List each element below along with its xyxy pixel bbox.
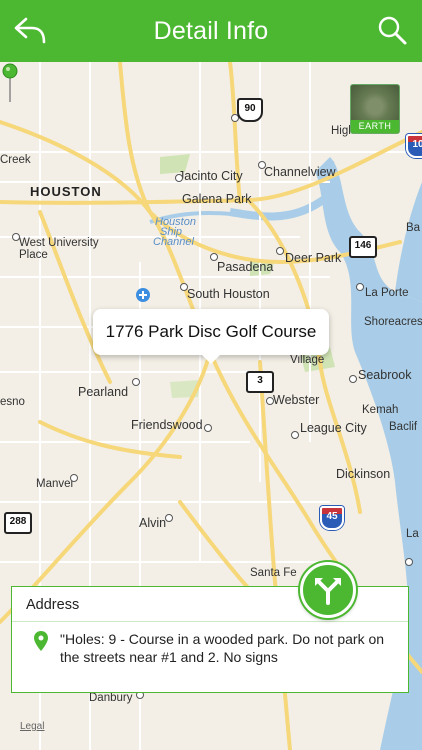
directions-button[interactable]	[300, 562, 356, 618]
place-friendswood: Friendswood	[131, 418, 203, 432]
town-dot	[258, 161, 266, 169]
town-dot	[12, 233, 20, 241]
place-danbury: Danbury	[89, 692, 133, 704]
location-pin-icon	[34, 631, 48, 651]
search-icon[interactable]	[376, 15, 408, 47]
water-channel-label: Channel	[153, 236, 194, 248]
highway-shield-i10: 10	[406, 134, 422, 158]
highway-shield-288: 288	[4, 512, 32, 534]
town-dot	[291, 431, 299, 439]
place-west-university-place: Place	[19, 249, 48, 261]
place-west-university: West University	[19, 237, 99, 249]
place-channelview: Channelview	[264, 165, 336, 179]
directions-icon	[315, 578, 341, 605]
page-title: Detail Info	[153, 16, 269, 45]
highway-shield-146: 146	[349, 236, 377, 258]
place-deer-park: Deer Park	[285, 251, 342, 265]
airport-icon	[136, 288, 150, 302]
town-dot	[132, 378, 140, 386]
place-league-city: League City	[300, 421, 367, 435]
place-south-houston: South Houston	[187, 287, 270, 301]
place-dickinson: Dickinson	[336, 467, 391, 481]
place-esno: esno	[0, 396, 25, 408]
town-dot	[356, 283, 364, 291]
highway-shield-i45: 45	[320, 506, 344, 530]
address-heading: Address	[26, 597, 80, 613]
town-dot	[70, 474, 78, 482]
place-santa-fe: Santa Fe	[250, 567, 297, 579]
place-village: Village	[290, 354, 325, 366]
town-dot	[175, 174, 183, 182]
place-galena-park: Galena Park	[182, 192, 252, 206]
highway-shield-us90: 90	[237, 98, 263, 122]
town-dot	[276, 247, 284, 255]
town-dot	[165, 514, 173, 522]
place-kemah: Kemah	[362, 404, 399, 416]
earth-button-label: EARTH	[351, 120, 399, 133]
place-la: La	[406, 528, 419, 540]
legal-link[interactable]: Legal	[20, 721, 44, 732]
place-shoreacres: Shoreacres	[364, 316, 422, 328]
town-dot	[210, 253, 218, 261]
town-dot	[266, 397, 274, 405]
app-header: Detail Info	[0, 0, 422, 62]
earth-view-button[interactable]: EARTH	[350, 84, 400, 134]
location-callout[interactable]: 1776 Park Disc Golf Course	[93, 309, 329, 364]
place-pasadena: Pasadena	[217, 260, 274, 274]
map-pin-icon[interactable]	[0, 62, 20, 104]
address-description: "Holes: 9 - Course in a wooded park. Do …	[60, 631, 385, 665]
place-jacinto-city: Jacinto City	[178, 169, 243, 183]
town-dot	[180, 283, 188, 291]
panel-divider	[12, 621, 408, 622]
town-dot	[349, 375, 357, 383]
place-seabrook: Seabrook	[358, 368, 412, 382]
place-alvin: Alvin	[139, 516, 167, 530]
place-houston: HOUSTON	[30, 184, 102, 199]
back-arrow-icon[interactable]	[12, 15, 48, 47]
place-ba: Ba	[406, 222, 421, 234]
highway-shield-3: 3	[246, 371, 274, 393]
place-creek: Creek	[0, 154, 31, 166]
place-webster: Webster	[273, 393, 320, 407]
town-dot	[405, 558, 413, 566]
town-dot	[204, 424, 212, 432]
place-manvel: Manvel	[36, 478, 74, 490]
place-bacliff: Baclif	[389, 421, 418, 433]
place-la-porte: La Porte	[365, 287, 409, 299]
place-pearland: Pearland	[78, 385, 129, 399]
